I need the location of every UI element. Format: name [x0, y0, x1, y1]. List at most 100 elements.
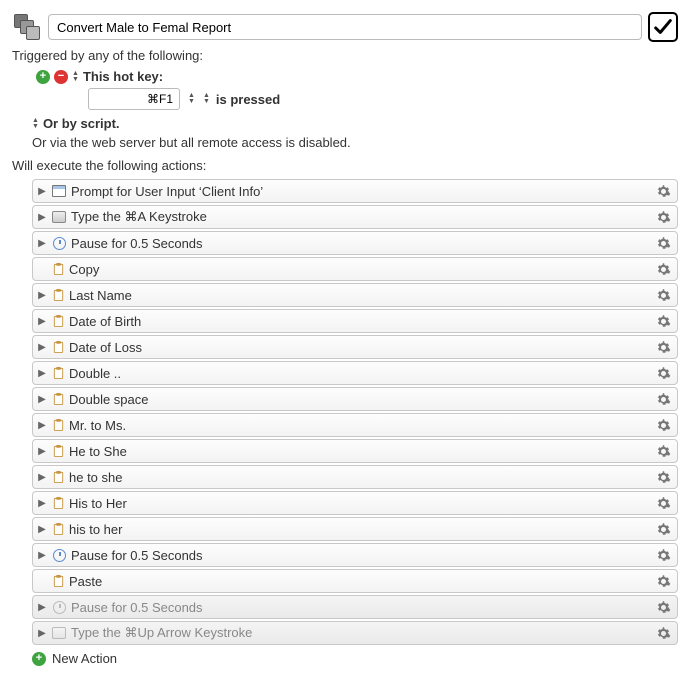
webserver-label: Or via the web server but all remote acc… — [32, 135, 678, 150]
gear-icon[interactable] — [655, 365, 671, 381]
disclosure-triangle[interactable]: ▶ — [37, 186, 47, 197]
action-label: Last Name — [69, 288, 651, 303]
gear-icon[interactable] — [655, 443, 671, 459]
disclosure-triangle[interactable]: ▶ — [37, 342, 47, 353]
clipboard-icon — [51, 314, 65, 328]
action-label: Paste — [69, 574, 651, 589]
clipboard-icon — [51, 392, 65, 406]
disclosure-triangle[interactable]: ▶ — [37, 602, 47, 613]
macro-title-input[interactable] — [48, 14, 642, 40]
action-row[interactable]: Paste — [32, 569, 678, 593]
gear-icon[interactable] — [655, 391, 671, 407]
gear-icon[interactable] — [655, 209, 671, 225]
action-label: His to Her — [69, 496, 651, 511]
disclosure-triangle[interactable]: ▶ — [37, 628, 47, 639]
action-row[interactable]: ▶ Date of Loss — [32, 335, 678, 359]
trigger-type-stepper[interactable]: ▲▼ — [72, 71, 79, 83]
clock-icon — [51, 235, 67, 251]
new-action-label: New Action — [52, 651, 117, 666]
gear-icon[interactable] — [655, 261, 671, 277]
action-label: Pause for 0.5 Seconds — [71, 600, 651, 615]
enable-checkbox[interactable] — [648, 12, 678, 42]
action-label: his to her — [69, 522, 651, 537]
hotkey-input[interactable] — [88, 88, 180, 110]
gear-icon[interactable] — [655, 547, 671, 563]
disclosure-triangle[interactable]: ▶ — [37, 238, 47, 249]
action-row[interactable]: ▶ Date of Birth — [32, 309, 678, 333]
clipboard-icon — [51, 496, 65, 510]
clipboard-icon — [51, 366, 65, 380]
action-label: Pause for 0.5 Seconds — [71, 548, 651, 563]
action-label: He to She — [69, 444, 651, 459]
action-row[interactable]: ▶ his to her — [32, 517, 678, 541]
action-row[interactable]: ▶ Pause for 0.5 Seconds — [32, 595, 678, 619]
clipboard-icon — [51, 262, 65, 276]
gear-icon[interactable] — [655, 417, 671, 433]
action-label: Mr. to Ms. — [69, 418, 651, 433]
clipboard-icon — [51, 444, 65, 458]
keyboard-icon — [51, 209, 67, 225]
action-row[interactable]: ▶ he to she — [32, 465, 678, 489]
action-row[interactable]: ▶ Double .. — [32, 361, 678, 385]
action-label: Copy — [69, 262, 651, 277]
disclosure-triangle[interactable]: ▶ — [37, 498, 47, 509]
script-label: Or by script. — [43, 116, 120, 131]
action-row[interactable]: ▶ Mr. to Ms. — [32, 413, 678, 437]
clipboard-icon — [51, 418, 65, 432]
action-label: Prompt for User Input ‘Client Info’ — [71, 184, 651, 199]
action-label: Double .. — [69, 366, 651, 381]
action-row[interactable]: ▶ Pause for 0.5 Seconds — [32, 231, 678, 255]
hotkey-label: This hot key: — [83, 69, 163, 84]
gear-icon[interactable] — [655, 469, 671, 485]
action-label: Pause for 0.5 Seconds — [71, 236, 651, 251]
gear-icon[interactable] — [655, 521, 671, 537]
remove-trigger-button[interactable]: − — [54, 70, 68, 84]
clock-icon — [51, 599, 67, 615]
disclosure-triangle[interactable]: ▶ — [37, 472, 47, 483]
action-label: Type the ⌘Up Arrow Keystroke — [71, 625, 651, 641]
action-row[interactable]: ▶ Type the ⌘A Keystroke — [32, 205, 678, 229]
action-row[interactable]: ▶ Type the ⌘Up Arrow Keystroke — [32, 621, 678, 645]
disclosure-triangle[interactable]: ▶ — [37, 524, 47, 535]
action-label: he to she — [69, 470, 651, 485]
script-stepper[interactable]: ▲▼ — [32, 118, 39, 130]
gear-icon[interactable] — [655, 235, 671, 251]
macro-icon — [12, 12, 42, 42]
action-row[interactable]: ▶ Pause for 0.5 Seconds — [32, 543, 678, 567]
disclosure-triangle[interactable]: ▶ — [37, 368, 47, 379]
window-icon — [51, 183, 67, 199]
action-row[interactable]: ▶ Prompt for User Input ‘Client Info’ — [32, 179, 678, 203]
add-trigger-button[interactable]: + — [36, 70, 50, 84]
action-label: Double space — [69, 392, 651, 407]
gear-icon[interactable] — [655, 495, 671, 511]
action-label: Date of Loss — [69, 340, 651, 355]
gear-icon[interactable] — [655, 287, 671, 303]
triggers-section-label: Triggered by any of the following: — [12, 48, 678, 63]
disclosure-triangle[interactable]: ▶ — [37, 290, 47, 301]
action-row[interactable]: Copy — [32, 257, 678, 281]
disclosure-triangle[interactable]: ▶ — [37, 394, 47, 405]
disclosure-triangle[interactable]: ▶ — [37, 316, 47, 327]
pressed-stepper[interactable]: ▲▼ — [203, 93, 210, 105]
add-action-button[interactable]: + — [32, 652, 46, 666]
disclosure-triangle[interactable]: ▶ — [37, 446, 47, 457]
gear-icon[interactable] — [655, 339, 671, 355]
action-label: Type the ⌘A Keystroke — [71, 209, 651, 225]
disclosure-triangle[interactable]: ▶ — [37, 212, 47, 223]
action-row[interactable]: ▶ Last Name — [32, 283, 678, 307]
gear-icon[interactable] — [655, 625, 671, 641]
disclosure-triangle[interactable]: ▶ — [37, 420, 47, 431]
action-row[interactable]: ▶ He to She — [32, 439, 678, 463]
gear-icon[interactable] — [655, 183, 671, 199]
disclosure-triangle[interactable]: ▶ — [37, 550, 47, 561]
gear-icon[interactable] — [655, 573, 671, 589]
clipboard-icon — [51, 574, 65, 588]
clipboard-icon — [51, 522, 65, 536]
actions-section-label: Will execute the following actions: — [12, 158, 678, 173]
gear-icon[interactable] — [655, 599, 671, 615]
gear-icon[interactable] — [655, 313, 671, 329]
hotkey-dropdown[interactable]: ▲▼ — [186, 93, 197, 105]
action-label: Date of Birth — [69, 314, 651, 329]
action-row[interactable]: ▶ Double space — [32, 387, 678, 411]
action-row[interactable]: ▶ His to Her — [32, 491, 678, 515]
